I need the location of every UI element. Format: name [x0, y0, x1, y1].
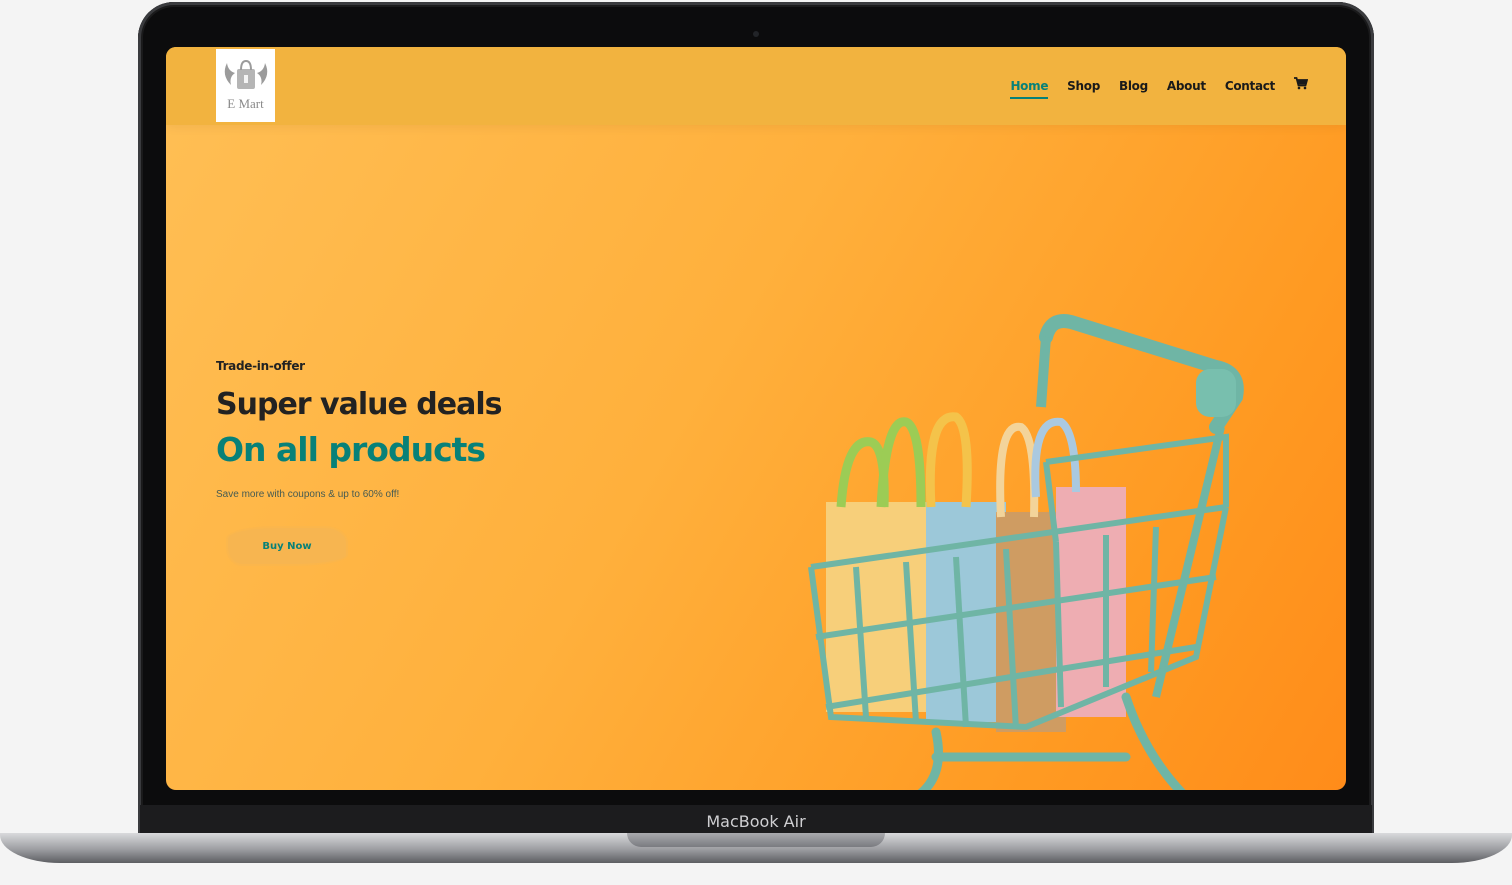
hero-section: Trade-in-offer Super value deals On all … — [216, 359, 502, 500]
device-label: MacBook Air — [706, 812, 806, 831]
winged-bag-icon — [224, 59, 267, 89]
browser-screen: E Mart Home Shop Blog About Contact Trad… — [166, 47, 1346, 790]
site-logo[interactable]: E Mart — [216, 49, 275, 122]
nav-home[interactable]: Home — [1010, 79, 1048, 99]
camera-icon — [753, 31, 759, 37]
nav-contact[interactable]: Contact — [1225, 79, 1275, 93]
shopping-cart-image — [808, 314, 1244, 790]
hero-subtitle: Save more with coupons & up to 60% off! — [216, 489, 400, 500]
laptop-notch — [627, 833, 885, 847]
nav-blog[interactable]: Blog — [1119, 79, 1148, 93]
hero-highlight: On all products — [216, 430, 486, 469]
nav-about[interactable]: About — [1167, 79, 1206, 93]
nav-shop[interactable]: Shop — [1067, 79, 1100, 93]
hero-eyebrow: Trade-in-offer — [216, 359, 305, 373]
logo-text: E Mart — [227, 96, 264, 111]
main-nav: Home Shop Blog About Contact — [1010, 77, 1309, 99]
buy-now-button[interactable]: Buy Now — [228, 528, 346, 564]
hero-title: Super value deals — [216, 387, 502, 422]
cart-icon[interactable] — [1294, 77, 1309, 95]
site-header: E Mart Home Shop Blog About Contact — [166, 47, 1346, 125]
